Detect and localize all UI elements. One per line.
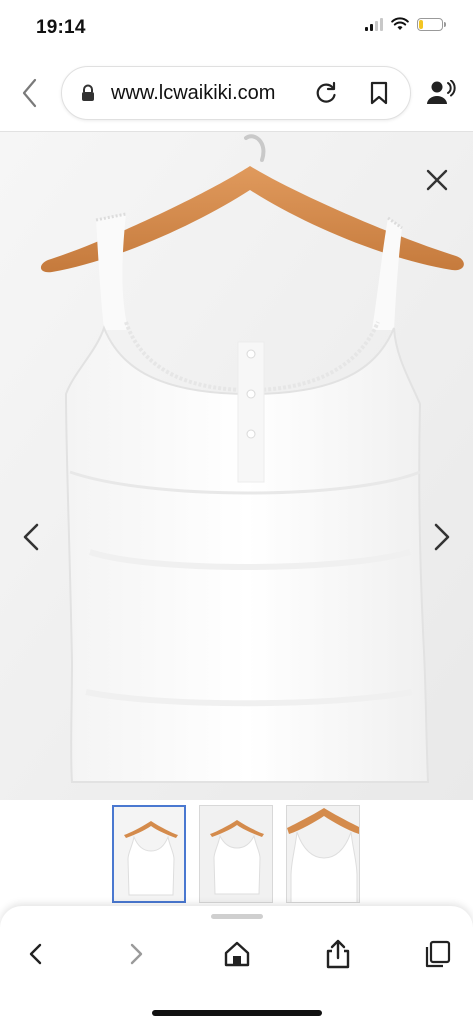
back-chevron-icon[interactable] xyxy=(18,76,42,110)
sheet-grabber[interactable] xyxy=(211,914,263,919)
bookmark-icon[interactable] xyxy=(368,80,390,106)
lock-icon xyxy=(82,84,94,101)
forward-icon[interactable] xyxy=(120,938,152,970)
thumbnail-strip xyxy=(0,800,473,910)
close-icon[interactable] xyxy=(425,168,449,192)
share-icon[interactable] xyxy=(322,938,354,970)
back-icon[interactable] xyxy=(20,938,52,970)
battery-icon xyxy=(417,17,446,31)
home-icon[interactable] xyxy=(221,938,253,970)
thumbnail-image xyxy=(200,806,272,902)
battery-level xyxy=(419,19,424,29)
thumbnail-image xyxy=(114,807,184,901)
status-icons xyxy=(365,17,446,31)
product-image xyxy=(0,132,473,800)
address-bar[interactable]: www.lcwaikiki.com xyxy=(61,66,411,120)
thumbnail-image xyxy=(287,806,359,902)
browser-bar: www.lcwaikiki.com xyxy=(0,56,473,132)
account-voice-icon[interactable] xyxy=(426,80,456,106)
thumbnail-2[interactable] xyxy=(199,805,273,903)
chevron-left-icon[interactable] xyxy=(22,522,40,552)
reload-icon[interactable] xyxy=(313,80,339,106)
status-bar: 19:14 xyxy=(0,0,473,56)
url-text[interactable]: www.lcwaikiki.com xyxy=(111,82,275,105)
home-indicator xyxy=(152,1010,322,1016)
thumbnail-1[interactable] xyxy=(112,805,186,903)
chevron-right-icon[interactable] xyxy=(433,522,451,552)
thumbnail-3[interactable] xyxy=(286,805,360,903)
wifi-icon xyxy=(391,17,409,30)
status-time: 19:14 xyxy=(36,17,86,38)
product-image-viewer[interactable] xyxy=(0,132,473,800)
tabs-icon[interactable] xyxy=(421,938,453,970)
browser-toolbar xyxy=(0,906,473,1024)
cellular-signal-icon xyxy=(365,17,383,31)
